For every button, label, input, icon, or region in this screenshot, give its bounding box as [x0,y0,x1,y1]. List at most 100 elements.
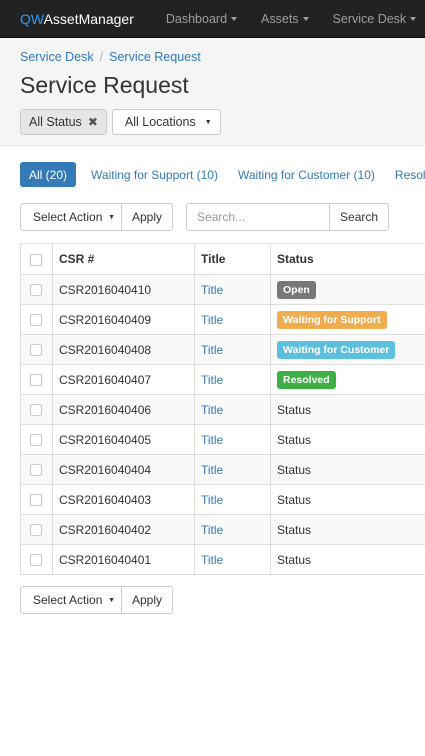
breadcrumb: Service Desk / Service Request [20,50,405,64]
title-cell: Title [194,334,271,365]
status-badge: Waiting for Support [277,310,387,329]
title-link[interactable]: Title [201,343,223,357]
caret-down-icon [302,16,309,21]
row-checkbox[interactable] [30,404,42,417]
row-select-cell [20,514,53,545]
bottom-apply-button[interactable]: Apply [122,586,174,614]
table-row[interactable]: CSR2016040406 Title Status [20,394,425,425]
csr-number: CSR2016040409 [52,304,195,335]
table-row[interactable]: CSR2016040402 Title Status [20,514,425,545]
status-cell: Status [270,514,425,545]
clear-icon[interactable]: ✖ [88,115,98,129]
csr-number: CSR2016040405 [52,424,195,455]
search-button[interactable]: Search [330,203,390,231]
nav-dashboard[interactable]: Dashboard [154,12,249,26]
table-row[interactable]: CSR2016040401 Title Status [20,544,425,575]
csr-number: CSR2016040410 [52,274,195,305]
title-link[interactable]: Title [201,283,223,297]
apply-button[interactable]: Apply [122,203,174,231]
row-select-cell [20,304,53,335]
page-title: Service Request [20,72,189,98]
top-navbar: QWAssetManager Dashboard Assets Service … [0,0,425,38]
row-select-cell [20,274,53,305]
row-select-cell [20,544,53,575]
tab-waiting-for-support[interactable]: Waiting for Support (10) [82,162,227,187]
header-status[interactable]: Status [270,243,425,275]
tab-waiting-for-customer[interactable]: Waiting for Customer (10) [229,162,384,187]
search-input[interactable] [186,203,331,231]
title-link[interactable]: Title [201,403,223,417]
brand-logo[interactable]: QWAssetManager [0,11,154,27]
table-row[interactable]: CSR2016040410 Title Open [20,274,425,305]
title-link[interactable]: Title [201,463,223,477]
status-text: Status [277,402,312,417]
row-checkbox[interactable] [30,434,42,447]
csr-number: CSR2016040406 [52,394,195,425]
title-link[interactable]: Title [201,493,223,507]
status-badge: Waiting for Customer [277,340,396,359]
search-group: Search [186,203,390,231]
title-cell: Title [194,274,271,305]
status-cell: Waiting for Customer [270,334,425,365]
header-csr[interactable]: CSR # [52,243,195,275]
breadcrumb-service-desk[interactable]: Service Desk [20,50,94,64]
nav-assets[interactable]: Assets [249,12,321,26]
csr-number: CSR2016040408 [52,334,195,365]
tab-resolved[interactable]: Resolved (0) [386,162,425,187]
breadcrumb-separator: / [99,50,104,64]
status-cell: Status [270,454,425,485]
table-row[interactable]: CSR2016040404 Title Status [20,454,425,485]
status-badge: Resolved [277,370,336,389]
bottom-select-action-dropdown[interactable]: Select Action ▼ [20,586,122,614]
dropdown-arrow-icon: ▼ [204,118,212,126]
row-checkbox[interactable] [30,344,42,357]
status-filter[interactable]: All Status ✖ [20,109,107,135]
row-checkbox[interactable] [30,374,42,387]
table-row[interactable]: CSR2016040407 Title Resolved [20,364,425,395]
title-link[interactable]: Title [201,313,223,327]
status-text: Status [277,492,312,507]
csr-number: CSR2016040401 [52,544,195,575]
nav-service-desk[interactable]: Service Desk [321,12,425,26]
row-select-cell [20,334,53,365]
page-header: Service Desk / Service Request Service R… [0,38,425,146]
row-checkbox[interactable] [30,314,42,327]
title-cell: Title [194,424,271,455]
header-select-all [20,243,53,275]
location-filter[interactable]: All Locations ▼ [111,109,221,135]
row-select-cell [20,394,53,425]
status-cell: Status [270,394,425,425]
status-cell: Resolved [270,364,425,395]
title-link[interactable]: Title [201,373,223,387]
breadcrumb-service-request[interactable]: Service Request [109,50,201,64]
row-checkbox[interactable] [30,524,42,537]
table-header-row: CSR # Title Status [20,243,425,275]
status-text: Status [277,522,312,537]
caret-down-icon [410,16,417,21]
table-row[interactable]: CSR2016040403 Title Status [20,484,425,515]
title-link[interactable]: Title [201,553,223,567]
select-action-dropdown[interactable]: Select Action ▼ [20,203,122,231]
status-tabs: All (20) Waiting for Support (10) Waitin… [0,146,425,187]
header-title[interactable]: Title [194,243,271,275]
table-row[interactable]: CSR2016040405 Title Status [20,424,425,455]
title-cell: Title [194,544,271,575]
row-checkbox[interactable] [30,284,42,297]
select-all-checkbox[interactable] [30,253,42,266]
row-checkbox[interactable] [30,464,42,477]
status-cell: Status [270,424,425,455]
title-cell: Title [194,364,271,395]
table-row[interactable]: CSR2016040409 Title Waiting for Support [20,304,425,335]
location-filter-label: All Locations [124,115,196,129]
title-link[interactable]: Title [201,433,223,447]
nav-assets-label: Assets [261,11,299,26]
status-text: Status [277,432,312,447]
action-bar: Select Action ▼ Apply Search [0,187,425,231]
row-checkbox[interactable] [30,554,42,567]
tab-all[interactable]: All (20) [20,162,77,187]
row-checkbox[interactable] [30,494,42,507]
table-row[interactable]: CSR2016040408 Title Waiting for Customer [20,334,425,365]
title-link[interactable]: Title [201,523,223,537]
bulk-action-group: Select Action ▼ Apply [20,203,174,231]
status-filter-label: All Status [29,115,82,129]
